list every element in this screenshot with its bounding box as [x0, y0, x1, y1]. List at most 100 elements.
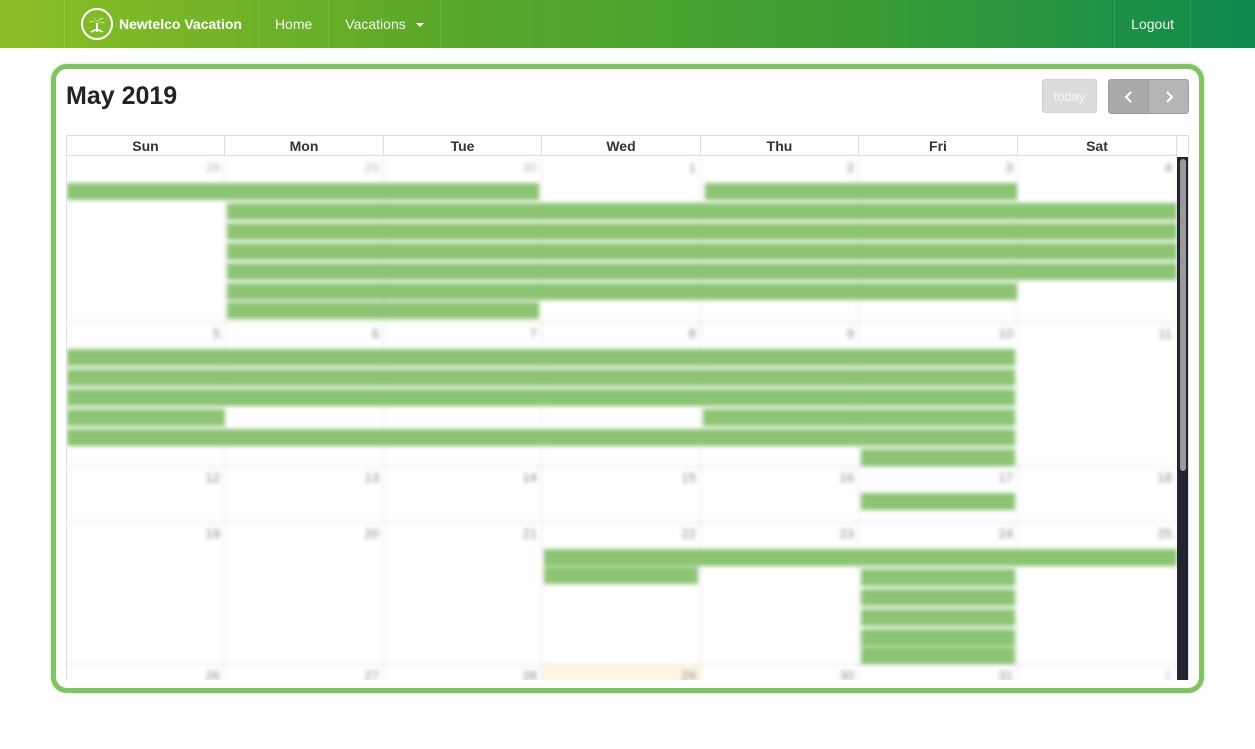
day-cell[interactable]: 27: [225, 665, 384, 680]
day-cell[interactable]: 30: [701, 665, 859, 680]
day-cell[interactable]: 14: [384, 467, 542, 522]
chevron-right-icon: [1165, 90, 1173, 103]
palm-tree-logo-icon: [81, 8, 113, 40]
nav-home-link[interactable]: Home: [257, 0, 328, 48]
chevron-left-icon: [1124, 90, 1132, 103]
weekday-mon: Mon: [225, 136, 384, 155]
day-number: 3: [1005, 160, 1013, 175]
vacation-event[interactable]: [227, 263, 1177, 280]
day-cell[interactable]: 20: [225, 523, 384, 664]
day-number: 18: [1157, 470, 1172, 485]
prev-month-button[interactable]: [1108, 79, 1149, 114]
vacation-event[interactable]: [227, 302, 539, 319]
vacation-event[interactable]: [703, 409, 1015, 426]
week-row: 12 13 14 15 16 17 18: [67, 467, 1177, 523]
day-number: 27: [364, 668, 379, 680]
month-grid: Sun Mon Tue Wed Thu Fri Sat 28 29 30 1 2…: [66, 135, 1189, 680]
calendar-body: 28 29 30 1 2 3 4 5 6 7 8 9 10 11 12 13 1…: [67, 157, 1177, 680]
brand-link[interactable]: Newtelco Vacation: [64, 0, 258, 48]
day-cell[interactable]: 21: [384, 523, 542, 664]
day-cell[interactable]: 13: [225, 467, 384, 522]
day-number: 7: [529, 326, 537, 341]
day-number: 30: [522, 160, 537, 175]
day-cell[interactable]: 1: [1018, 665, 1177, 680]
day-cell[interactable]: 26: [67, 665, 225, 680]
day-number: 20: [364, 526, 379, 541]
day-cell[interactable]: 15: [542, 467, 701, 522]
nav-vacations-dropdown[interactable]: Vacations: [328, 0, 441, 48]
vacation-event[interactable]: [861, 629, 1015, 646]
weekday-thu: Thu: [701, 136, 859, 155]
weekday-sun: Sun: [67, 136, 225, 155]
day-number: 5: [212, 326, 220, 341]
day-number: 9: [846, 326, 854, 341]
top-navbar: Newtelco Vacation Home Vacations Logout: [0, 0, 1255, 48]
vacation-event[interactable]: [227, 283, 1017, 300]
day-number: 13: [364, 470, 379, 485]
day-cell-today[interactable]: 29: [542, 665, 701, 680]
day-cell[interactable]: 19: [67, 523, 225, 664]
week-row: 5 6 7 8 9 10 11: [67, 323, 1177, 467]
calendar-panel: May 2019 today Sun Mon Tue Wed Thu Fri S…: [51, 64, 1204, 693]
day-cell[interactable]: 31: [859, 665, 1018, 680]
day-cell[interactable]: 16: [701, 467, 859, 522]
today-button[interactable]: today: [1042, 79, 1097, 113]
day-number: 24: [998, 526, 1013, 541]
vacation-event[interactable]: [705, 183, 1017, 200]
calendar-scrollbar[interactable]: [1177, 157, 1188, 680]
calendar-title: May 2019: [66, 82, 178, 110]
vacation-event[interactable]: [861, 493, 1015, 510]
vacation-event[interactable]: [67, 429, 1015, 446]
vacation-event[interactable]: [861, 647, 1015, 664]
week-row: 19 20 21 22 23 24 25: [67, 523, 1177, 665]
day-cell[interactable]: 28: [384, 665, 542, 680]
next-month-button[interactable]: [1149, 79, 1189, 114]
vacation-event[interactable]: [227, 223, 1177, 240]
scrollbar-thumb[interactable]: [1180, 159, 1186, 471]
nav-home-label: Home: [274, 16, 313, 32]
month-nav-group: [1108, 79, 1189, 114]
day-number: 11: [1158, 326, 1173, 341]
day-number: 22: [681, 526, 696, 541]
weekday-wed: Wed: [542, 136, 701, 155]
day-number: 1: [688, 160, 696, 175]
day-number: 26: [205, 668, 220, 680]
vacation-event[interactable]: [861, 449, 1015, 466]
day-cell[interactable]: 12: [67, 467, 225, 522]
vacation-event[interactable]: [67, 409, 225, 426]
weekday-tue: Tue: [384, 136, 542, 155]
day-cell[interactable]: 23: [701, 523, 859, 664]
day-number: 23: [839, 526, 854, 541]
vacation-event[interactable]: [544, 549, 1177, 566]
vacation-event[interactable]: [227, 243, 1177, 260]
vacation-event[interactable]: [544, 567, 698, 584]
nav-right: Logout: [1114, 0, 1191, 48]
day-number: 28: [205, 160, 220, 175]
day-cell[interactable]: 28: [67, 157, 225, 322]
vacation-event[interactable]: [861, 569, 1015, 586]
nav-vacations-label: Vacations: [345, 16, 406, 32]
day-number: 29: [364, 160, 379, 175]
vacation-event[interactable]: [861, 589, 1015, 606]
day-number: 31: [998, 668, 1013, 680]
vacation-event[interactable]: [861, 609, 1015, 626]
day-cell[interactable]: 25: [1018, 523, 1177, 664]
day-number: 17: [998, 470, 1013, 485]
vacation-event[interactable]: [67, 349, 1015, 366]
day-number: 15: [681, 470, 696, 485]
day-cell[interactable]: 18: [1018, 467, 1177, 522]
day-number: 4: [1164, 160, 1172, 175]
week-row: 26 27 28 29 30 31 1: [67, 665, 1177, 680]
vacation-event[interactable]: [227, 203, 1177, 220]
logout-link[interactable]: Logout: [1114, 0, 1191, 48]
day-cell[interactable]: 22: [542, 523, 701, 664]
day-number: 1: [1164, 668, 1172, 680]
day-cell[interactable]: 11: [1018, 323, 1177, 466]
day-number: 30: [839, 668, 854, 680]
vacation-event[interactable]: [67, 183, 539, 200]
vacation-event[interactable]: [67, 369, 1015, 386]
brand-name: Newtelco Vacation: [119, 16, 242, 32]
day-number: 25: [1157, 526, 1172, 541]
vacation-event[interactable]: [67, 389, 1015, 406]
day-number: 14: [522, 470, 537, 485]
